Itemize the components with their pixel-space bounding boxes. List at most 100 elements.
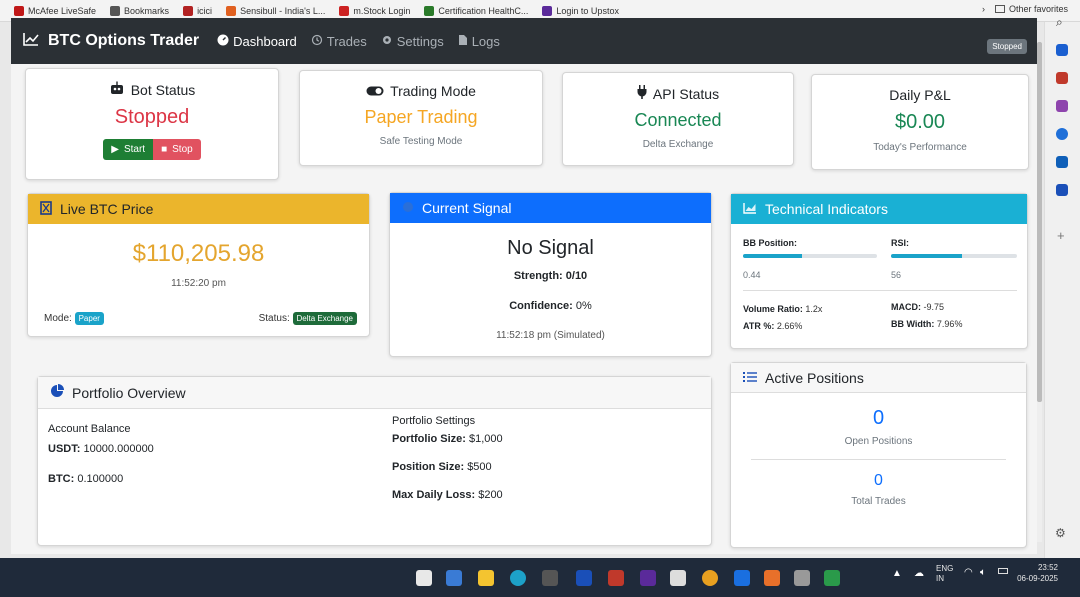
position-size-value: $500: [467, 461, 492, 473]
total-trades-label: Total Trades: [851, 496, 906, 507]
folder-icon[interactable]: [478, 570, 494, 586]
strength-value: 0/10: [565, 270, 588, 282]
bookmark-item[interactable]: Bookmarks: [110, 5, 170, 16]
volume-ratio-value: 1.2x: [805, 304, 823, 314]
scrollbar-thumb[interactable]: [1037, 42, 1042, 402]
app-orange-icon[interactable]: [764, 570, 780, 586]
start-label: Start: [123, 144, 146, 155]
plus-icon[interactable]: +: [1057, 228, 1065, 243]
toolbox-icon[interactable]: [1056, 72, 1068, 84]
status-label: Status:: [258, 313, 290, 324]
play-icon: ▶: [111, 144, 119, 155]
nav-trades-label: Trades: [326, 33, 367, 49]
bookmark-item[interactable]: Certification HealthC...: [424, 5, 528, 16]
brand[interactable]: BTC Options Trader: [23, 32, 199, 51]
rsi-fill: [891, 254, 962, 258]
language-top: ENG: [936, 564, 954, 573]
battery-icon[interactable]: [998, 568, 1008, 574]
max-daily-loss-value: $200: [478, 489, 503, 501]
windows-taskbar: ▲ ☁ ENG IN ◠ 🔈︎ 23:52 06-09-2025: [0, 558, 1080, 597]
macd-value: -9.75: [923, 302, 945, 312]
app-purple-icon[interactable]: [640, 570, 656, 586]
mcafee-icon[interactable]: [608, 570, 624, 586]
mode-badge: Paper: [74, 312, 104, 325]
clock[interactable]: 23:52 06-09-2025: [1017, 562, 1058, 584]
app-gray-icon[interactable]: [794, 570, 810, 586]
macd-row: MACD: -9.75: [891, 302, 944, 312]
people-icon[interactable]: [1056, 100, 1068, 112]
live-price-title: Live BTC Price: [60, 201, 154, 217]
bb-position-label: BB Position:: [743, 238, 797, 248]
edge-icon[interactable]: [510, 570, 526, 586]
office-icon[interactable]: [1056, 128, 1068, 140]
page-scrollbar[interactable]: [1037, 42, 1042, 542]
bookmark-item[interactable]: m.Stock Login: [339, 5, 411, 16]
app-back-icon[interactable]: [734, 570, 750, 586]
portfolio-size-label: Portfolio Size:: [392, 433, 466, 445]
store-icon[interactable]: [542, 570, 558, 586]
search-icon[interactable]: ⌕: [1056, 15, 1063, 30]
bookmark-item[interactable]: McAfee LiveSafe: [14, 5, 96, 16]
dashboard-content: Bot Status Stopped ▶ Start ■ Stop Trading …: [11, 64, 1037, 554]
macd-label: MACD:: [891, 302, 921, 312]
bb-position-fill: [743, 254, 802, 258]
chevron-right-icon[interactable]: ›: [982, 4, 985, 14]
nav-logs[interactable]: Logs: [458, 34, 500, 49]
usdt-value: 10000.000000: [83, 443, 154, 455]
bookmark-label: m.Stock Login: [353, 5, 411, 16]
signal-icon: [402, 200, 414, 216]
nav-trades[interactable]: Trades: [311, 34, 367, 49]
settings-column: Portfolio Settings Portfolio Size: $1,00…: [392, 415, 503, 501]
other-favorites[interactable]: Other favorites: [994, 4, 1068, 14]
bookmark-item[interactable]: Login to Upstox: [542, 5, 619, 16]
app-white-icon[interactable]: [670, 570, 686, 586]
tag-icon[interactable]: [1056, 44, 1068, 56]
portfolio-overview-card: Portfolio Overview Account Balance USDT:…: [37, 376, 712, 546]
file-explorer-icon[interactable]: [416, 570, 432, 586]
nav-settings[interactable]: Settings: [381, 34, 444, 49]
stop-button[interactable]: ■ Stop: [153, 139, 201, 160]
bookmark-favicon-icon: [339, 5, 350, 16]
nav-dashboard[interactable]: Dashboard: [217, 34, 297, 49]
rsi-value: 56: [891, 270, 902, 280]
nav-logs-label: Logs: [471, 33, 500, 49]
settings-gear-icon[interactable]: ⚙: [1055, 526, 1066, 540]
browser-sidebar: ⌕ + ⚙: [1044, 15, 1080, 562]
app-green-icon[interactable]: [824, 570, 840, 586]
clock-date: 06-09-2025: [1017, 574, 1058, 583]
trading-mode-title: Trading Mode: [390, 83, 476, 99]
stop-label: Stop: [172, 144, 193, 155]
bookmark-item[interactable]: Sensibull - India's L...: [226, 5, 325, 16]
outlook-icon[interactable]: [1056, 156, 1068, 168]
btc-value: 0.100000: [77, 473, 124, 485]
nav-dashboard-label: Dashboard: [233, 33, 297, 49]
language-bottom: IN: [936, 574, 944, 583]
bookmark-item[interactable]: icici: [183, 5, 212, 16]
volume-ratio-row: Volume Ratio: 1.2x: [743, 304, 822, 314]
copilot-icon[interactable]: [446, 570, 462, 586]
gauge-icon: [217, 34, 229, 49]
pie-chart-icon: [50, 384, 64, 401]
tray-chevron-icon[interactable]: ▲: [892, 568, 902, 579]
technical-indicators-title: Technical Indicators: [765, 201, 888, 217]
trading-mode-sub: Safe Testing Mode: [379, 136, 463, 147]
bb-width-row: BB Width: 7.96%: [891, 319, 962, 329]
wifi-icon[interactable]: ◠: [964, 567, 973, 578]
volume-icon[interactable]: 🔈︎: [980, 567, 986, 578]
balance-column: Account Balance USDT: 10000.000000 BTC: …: [48, 423, 154, 485]
chrome-icon[interactable]: [702, 570, 718, 586]
toggle-icon: [366, 83, 384, 99]
atr-label: ATR %:: [743, 321, 775, 331]
start-button[interactable]: ▶ Start: [103, 139, 154, 160]
stop-icon: ■: [161, 144, 168, 155]
app-blue-icon[interactable]: [576, 570, 592, 586]
live-price-header: Live BTC Price: [28, 194, 369, 224]
tray-cloud-icon[interactable]: ☁: [914, 568, 924, 579]
app-navbar: BTC Options Trader Dashboard Trades Sett…: [11, 18, 1037, 64]
language-indicator[interactable]: ENG IN: [936, 564, 953, 584]
send-icon[interactable]: [1056, 184, 1068, 196]
daily-pnl-value: $0.00: [894, 111, 946, 133]
api-status-title: API Status: [652, 85, 720, 102]
bookmark-label: Bookmarks: [124, 5, 170, 16]
live-price-card: Live BTC Price $110,205.98 11:52:20 pm M…: [27, 193, 370, 337]
